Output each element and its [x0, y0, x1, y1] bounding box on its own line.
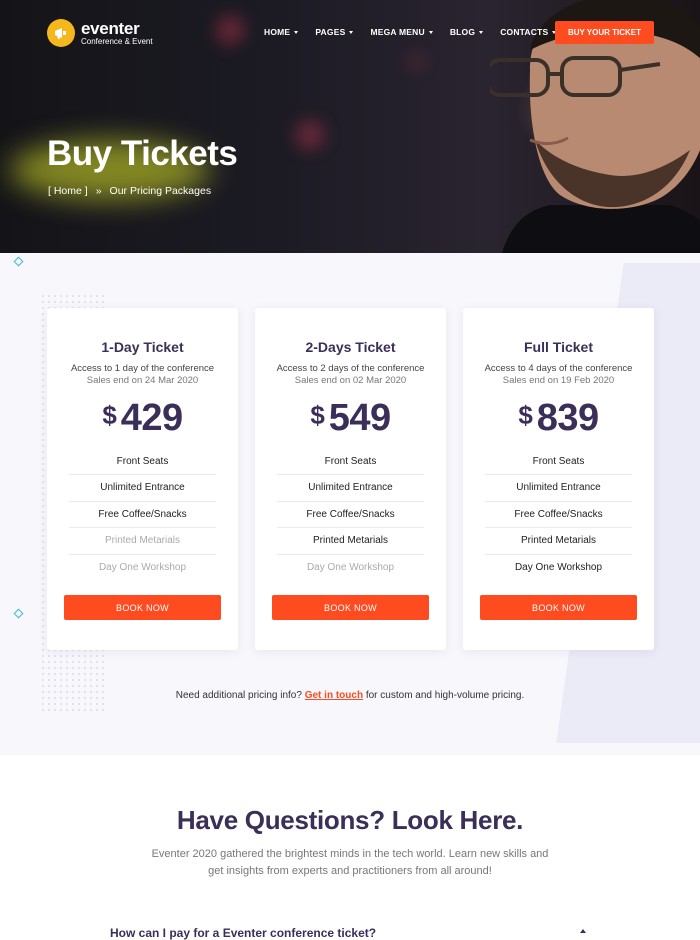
ticket-title: Full Ticket: [524, 339, 593, 355]
feature-item: Unlimited Entrance: [277, 475, 424, 502]
ticket-description: Access to 4 days of the conference: [484, 363, 633, 374]
brand-name: eventer: [81, 19, 140, 38]
pricing-note: Need additional pricing info? Get in tou…: [0, 690, 700, 701]
pricing-section: 1-Day Ticket Access to 1 day of the conf…: [0, 253, 700, 755]
nav-label: CONTACTS: [500, 27, 549, 37]
price-amount: 549: [328, 397, 391, 439]
nav-item-contacts[interactable]: CONTACTS: [500, 27, 557, 37]
hero-bokeh: [410, 55, 424, 69]
feature-item: Free Coffee/Snacks: [485, 502, 632, 529]
breadcrumb-separator: »: [95, 185, 102, 197]
pricing-note-text: Need additional pricing info?: [175, 690, 302, 701]
price-currency: $: [102, 400, 117, 430]
feature-item: Printed Metarials: [485, 528, 632, 555]
hero-banner: eventer Conference & Event HOME PAGES ME…: [0, 0, 700, 253]
feature-item: Front Seats: [485, 449, 632, 476]
pricing-card-full: Full Ticket Access to 4 days of the conf…: [463, 308, 654, 650]
ticket-description: Access to 2 days of the conference: [276, 363, 425, 374]
breadcrumb-current: Our Pricing Packages: [109, 185, 212, 197]
feature-item-excluded: Day One Workshop: [98, 561, 187, 573]
chevron-down-icon: [349, 30, 354, 34]
feature-item: Day One Workshop: [514, 561, 603, 573]
chevron-down-icon: [479, 30, 484, 34]
nav-item-mega-menu[interactable]: MEGA MENU: [370, 27, 433, 37]
nav-label: MEGA MENU: [370, 27, 425, 37]
feature-item-excluded: Day One Workshop: [306, 561, 395, 573]
breadcrumb-home-link[interactable]: [ Home ]: [48, 185, 88, 197]
price-currency: $: [310, 400, 325, 430]
feature-list: Front Seats Unlimited Entrance Free Coff…: [485, 449, 632, 581]
nav-item-pages[interactable]: PAGES: [315, 27, 354, 37]
feature-item: Front Seats: [69, 449, 216, 476]
nav-label: PAGES: [315, 27, 346, 37]
ticket-price: $ 839: [463, 397, 654, 439]
pricing-card-2-days: 2-Days Ticket Access to 2 days of the co…: [255, 308, 446, 650]
feature-item: Printed Metarials: [277, 528, 424, 555]
ticket-sales-end: Sales end on 24 Mar 2020: [86, 375, 199, 386]
brand-logo[interactable]: eventer Conference & Event: [47, 19, 153, 47]
ticket-price: $ 549: [255, 397, 446, 439]
page-title: Buy Tickets: [47, 134, 238, 173]
book-now-button[interactable]: BOOK NOW: [480, 595, 637, 620]
feature-list: Front Seats Unlimited Entrance Free Coff…: [69, 449, 216, 581]
breadcrumb: [ Home ] » Our Pricing Packages: [48, 185, 211, 197]
pricing-card-1-day: 1-Day Ticket Access to 1 day of the conf…: [47, 308, 238, 650]
price-currency: $: [518, 400, 533, 430]
ticket-sales-end: Sales end on 19 Feb 2020: [502, 375, 615, 386]
feature-item: Unlimited Entrance: [69, 475, 216, 502]
chevron-down-icon: [428, 30, 433, 34]
ticket-title: 2-Days Ticket: [305, 339, 396, 355]
chevron-down-icon: [294, 30, 299, 34]
faq-question[interactable]: How can I pay for a Eventer conference t…: [110, 926, 376, 940]
book-now-button[interactable]: BOOK NOW: [272, 595, 429, 620]
hero-bokeh: [215, 15, 245, 45]
buy-ticket-button[interactable]: BUY YOUR TICKET: [555, 21, 654, 44]
nav-item-blog[interactable]: BLOG: [449, 27, 484, 37]
megaphone-icon: [47, 19, 75, 47]
feature-list: Front Seats Unlimited Entrance Free Coff…: [277, 449, 424, 581]
feature-item: Unlimited Entrance: [485, 475, 632, 502]
price-amount: 839: [536, 397, 599, 439]
price-amount: 429: [120, 397, 183, 439]
feature-item: Free Coffee/Snacks: [277, 502, 424, 529]
nav-label: HOME: [264, 27, 291, 37]
ticket-sales-end: Sales end on 02 Mar 2020: [294, 375, 407, 386]
hero-bokeh: [295, 120, 325, 150]
nav-label: BLOG: [449, 27, 476, 37]
feature-item: Front Seats: [277, 449, 424, 476]
pricing-note-text: for custom and high-volume pricing.: [365, 690, 525, 701]
faq-subtitle: Eventer 2020 gathered the brightest mind…: [151, 848, 549, 877]
diamond-icon: [13, 608, 24, 619]
brand-tagline: Conference & Event: [81, 37, 153, 46]
ticket-title: 1-Day Ticket: [101, 339, 184, 355]
nav-item-home[interactable]: HOME: [264, 27, 299, 37]
feature-item-excluded: Printed Metarials: [69, 528, 216, 555]
get-in-touch-link[interactable]: Get in touch: [305, 690, 363, 701]
ticket-description: Access to 1 day of the conference: [70, 363, 215, 374]
faq-title: Have Questions? Look Here.: [176, 805, 524, 835]
main-nav: HOME PAGES MEGA MENU BLOG CONTACTS: [264, 27, 573, 37]
diamond-icon: [13, 256, 24, 267]
ticket-price: $ 429: [47, 397, 238, 439]
book-now-button[interactable]: BOOK NOW: [64, 595, 221, 620]
feature-item: Free Coffee/Snacks: [69, 502, 216, 529]
chevron-up-icon[interactable]: [580, 929, 586, 933]
